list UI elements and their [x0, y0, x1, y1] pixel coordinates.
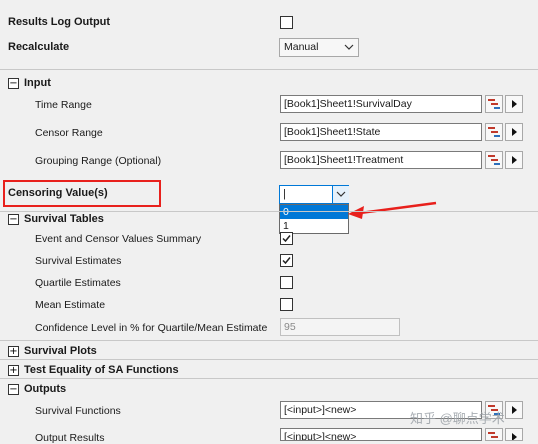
play-arrow-icon	[512, 128, 517, 136]
play-arrow-icon	[512, 156, 517, 164]
censor-range-label: Censor Range	[35, 127, 103, 139]
output-results-label: Output Results	[35, 432, 105, 444]
survival-estimates-label: Survival Estimates	[35, 255, 122, 267]
divider	[0, 378, 538, 379]
divider	[0, 211, 538, 212]
range-picker-icon	[488, 99, 500, 109]
test-equality-section-title: Test Equality of SA Functions	[24, 364, 179, 376]
checkmark-icon	[282, 235, 291, 243]
outputs-collapse-toggle[interactable]: −	[8, 384, 19, 395]
output-results-menu-button[interactable]	[505, 428, 523, 441]
survival-plots-section-title: Survival Plots	[24, 345, 97, 357]
annotation-arrow-icon	[348, 201, 437, 219]
divider	[0, 359, 538, 360]
chevron-down-icon	[344, 44, 354, 50]
recalculate-label: Recalculate	[8, 41, 70, 53]
recalculate-select[interactable]: Manual	[279, 38, 359, 57]
results-log-label: Results Log Output	[8, 16, 111, 28]
censoring-current-value: |	[283, 188, 286, 200]
range-select-button[interactable]	[485, 151, 503, 169]
survival-functions-label: Survival Functions	[35, 405, 121, 417]
grouping-range-input[interactable]: [Book1]Sheet1!Treatment	[280, 151, 482, 169]
grouping-range-menu-button[interactable]	[505, 151, 523, 169]
dropdown-option-0[interactable]: 0	[280, 205, 348, 219]
range-select-button[interactable]	[485, 95, 503, 113]
dropdown-option-1[interactable]: 1	[280, 219, 348, 233]
range-picker-icon	[488, 127, 500, 137]
input-section-title: Input	[24, 77, 51, 89]
survival-tables-section-title: Survival Tables	[24, 213, 104, 225]
input-collapse-toggle[interactable]: −	[8, 78, 19, 89]
confidence-level-input[interactable]: 95	[280, 318, 400, 336]
play-arrow-icon	[512, 406, 517, 414]
mean-estimate-label: Mean Estimate	[35, 299, 106, 311]
censoring-values-combobox[interactable]: |	[279, 185, 349, 204]
quartile-estimates-checkbox[interactable]	[280, 276, 293, 289]
censoring-values-label: Censoring Value(s)	[8, 187, 108, 199]
time-range-label: Time Range	[35, 99, 92, 111]
censor-range-input[interactable]: [Book1]Sheet1!State	[280, 123, 482, 141]
range-select-button[interactable]	[485, 123, 503, 141]
test-equality-expand-toggle[interactable]: +	[8, 365, 19, 376]
range-picker-icon	[488, 155, 500, 165]
quartile-estimates-label: Quartile Estimates	[35, 277, 121, 289]
checkmark-icon	[282, 257, 291, 265]
play-arrow-icon	[512, 100, 517, 108]
time-range-input[interactable]: [Book1]Sheet1!SurvivalDay	[280, 95, 482, 113]
confidence-level-label: Confidence Level in % for Quartile/Mean …	[35, 322, 268, 334]
grouping-range-label: Grouping Range (Optional)	[35, 155, 162, 167]
watermark: 知乎 @聊点学术	[410, 411, 505, 426]
play-arrow-icon	[512, 433, 517, 440]
range-picker-icon	[488, 432, 498, 438]
results-log-checkbox[interactable]	[280, 16, 293, 29]
survival-tables-collapse-toggle[interactable]: −	[8, 214, 19, 225]
divider	[0, 69, 538, 70]
mean-estimate-checkbox[interactable]	[280, 298, 293, 311]
censoring-dropdown-list: 0 1	[279, 204, 349, 234]
outputs-section-title: Outputs	[24, 383, 67, 395]
divider	[0, 340, 538, 341]
event-censor-summary-checkbox[interactable]	[280, 232, 293, 245]
range-select-button[interactable]	[485, 428, 503, 441]
recalculate-value: Manual	[284, 41, 319, 53]
survival-functions-menu-button[interactable]	[505, 401, 523, 419]
output-results-input[interactable]: [<input>]<new>	[280, 428, 482, 441]
survival-estimates-checkbox[interactable]	[280, 254, 293, 267]
survival-plots-expand-toggle[interactable]: +	[8, 346, 19, 357]
event-censor-summary-label: Event and Censor Values Summary	[35, 233, 202, 245]
censor-range-menu-button[interactable]	[505, 123, 523, 141]
time-range-menu-button[interactable]	[505, 95, 523, 113]
